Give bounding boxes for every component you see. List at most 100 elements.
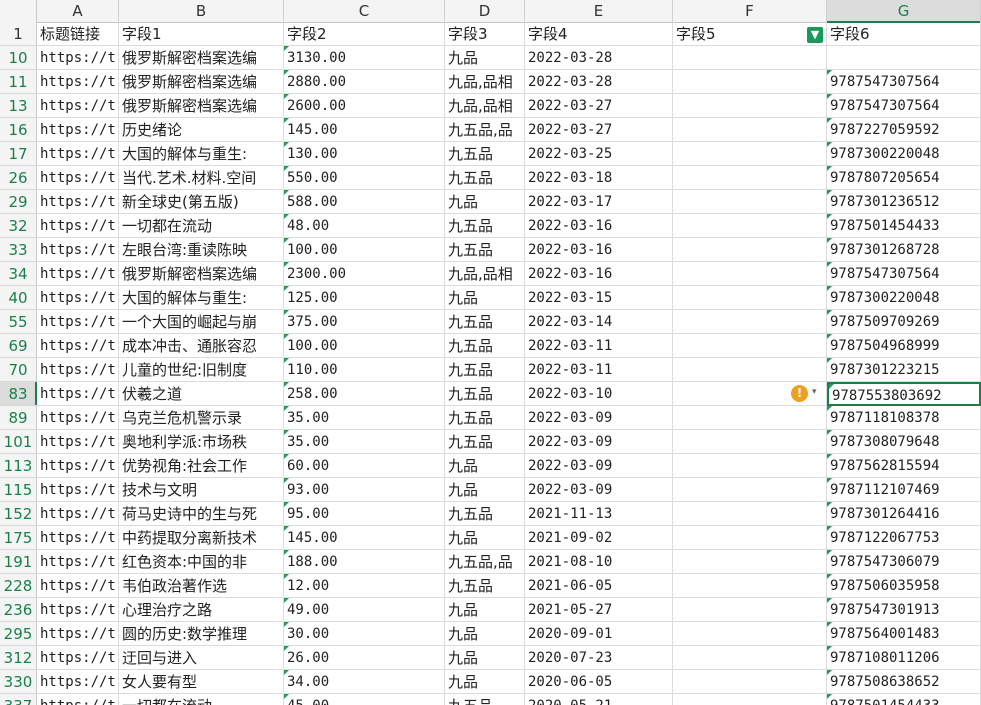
cell-g[interactable]: 9787118108378 <box>827 406 981 430</box>
cell-c[interactable]: 26.00 <box>284 646 445 670</box>
cell-c[interactable]: 60.00 <box>284 454 445 478</box>
cell-c[interactable]: 100.00 <box>284 334 445 358</box>
cell-d[interactable]: 九五品 <box>445 214 525 238</box>
cell-c[interactable]: 35.00 <box>284 430 445 454</box>
cell-f[interactable] <box>673 70 827 94</box>
cell-g[interactable]: 9787227059592 <box>827 118 981 142</box>
cell-e[interactable]: 2022-03-09 <box>525 478 673 502</box>
cell-b[interactable]: 左眼台湾:重读陈映 <box>119 238 284 262</box>
cell-e[interactable]: 2022-03-11 <box>525 334 673 358</box>
cell-f[interactable] <box>673 142 827 166</box>
cell-c[interactable]: 375.00 <box>284 310 445 334</box>
cell-b[interactable]: 优势视角:社会工作 <box>119 454 284 478</box>
cell-c[interactable]: 49.00 <box>284 598 445 622</box>
cell-d[interactable]: 九五品 <box>445 142 525 166</box>
cell-g[interactable]: 9787300220048 <box>827 142 981 166</box>
cell-a[interactable]: https://t <box>37 262 119 286</box>
cell-d[interactable]: 九品 <box>445 646 525 670</box>
cell-f[interactable] <box>673 358 827 382</box>
cell-c[interactable]: 95.00 <box>284 502 445 526</box>
cell-d[interactable]: 九五品,品 <box>445 550 525 574</box>
cell-f[interactable] <box>673 526 827 550</box>
cell-f[interactable] <box>673 238 827 262</box>
cell-c[interactable]: 588.00 <box>284 190 445 214</box>
row-header[interactable]: 16 <box>0 118 37 142</box>
column-header-g[interactable]: G <box>827 0 981 23</box>
cell-a[interactable]: https://t <box>37 502 119 526</box>
cell-g[interactable]: 9787504968999 <box>827 334 981 358</box>
cell-a[interactable]: https://t <box>37 166 119 190</box>
cell-e[interactable]: 2021-09-02 <box>525 526 673 550</box>
cell-a[interactable]: https://t <box>37 70 119 94</box>
cell-g[interactable]: 9787547306079 <box>827 550 981 574</box>
cell-e[interactable]: 2022-03-11 <box>525 358 673 382</box>
cell-g[interactable] <box>827 46 981 70</box>
cell-e[interactable]: 2021-08-10 <box>525 550 673 574</box>
row-header[interactable]: 337 <box>0 694 37 705</box>
warning-icon[interactable]: ! <box>791 385 808 402</box>
cell-e[interactable]: 2022-03-10 <box>525 382 673 406</box>
cell-f[interactable] <box>673 622 827 646</box>
cell-a[interactable]: https://t <box>37 574 119 598</box>
cell-g[interactable]: 9787301268728 <box>827 238 981 262</box>
cell-e[interactable]: 2021-05-27 <box>525 598 673 622</box>
cell-g[interactable]: 9787112107469 <box>827 478 981 502</box>
cell-d[interactable]: 九品 <box>445 598 525 622</box>
cell-d[interactable]: 九五品 <box>445 358 525 382</box>
cell-a[interactable]: https://t <box>37 238 119 262</box>
cell-a[interactable]: https://t <box>37 478 119 502</box>
cell-c[interactable]: 145.00 <box>284 118 445 142</box>
cell-a[interactable]: https://t <box>37 382 119 406</box>
cell-g[interactable]: 9787301223215 <box>827 358 981 382</box>
cell-d[interactable]: 九五品 <box>445 406 525 430</box>
cell-g[interactable]: 9787807205654 <box>827 166 981 190</box>
cell-g[interactable]: 9787308079648 <box>827 430 981 454</box>
cell-b[interactable]: 技术与文明 <box>119 478 284 502</box>
cell-g[interactable]: 9787547307564 <box>827 70 981 94</box>
cell-e[interactable]: 2022-03-27 <box>525 94 673 118</box>
cell-e[interactable]: 2020-09-01 <box>525 622 673 646</box>
cell-b[interactable]: 历史绪论 <box>119 118 284 142</box>
row-header[interactable]: 32 <box>0 214 37 238</box>
cell-e[interactable]: 2022-03-16 <box>525 214 673 238</box>
cell-c[interactable]: 188.00 <box>284 550 445 574</box>
cell-g[interactable]: 9787509709269 <box>827 310 981 334</box>
row-header[interactable]: 295 <box>0 622 37 646</box>
cell-d[interactable]: 九五品 <box>445 430 525 454</box>
cell-g[interactable]: 9787547301913 <box>827 598 981 622</box>
column-header-b[interactable]: B <box>119 0 284 22</box>
cell-e[interactable]: 2022-03-14 <box>525 310 673 334</box>
cell-g[interactable]: 9787501454433 <box>827 214 981 238</box>
column-header-c[interactable]: C <box>284 0 445 22</box>
cell-g[interactable]: 9787301236512 <box>827 190 981 214</box>
cell-f[interactable] <box>673 334 827 358</box>
cell-c[interactable]: 2300.00 <box>284 262 445 286</box>
cell-b[interactable]: 一个大国的崛起与崩 <box>119 310 284 334</box>
field-header-cell[interactable]: 标题链接 <box>37 22 119 46</box>
row-header[interactable]: 191 <box>0 550 37 574</box>
cell-a[interactable]: https://t <box>37 646 119 670</box>
cell-d[interactable]: 九品 <box>445 670 525 694</box>
cell-a[interactable]: https://t <box>37 670 119 694</box>
cell-a[interactable]: https://t <box>37 190 119 214</box>
cell-a[interactable]: https://t <box>37 142 119 166</box>
select-all-corner[interactable] <box>0 0 37 22</box>
cell-f[interactable] <box>673 574 827 598</box>
cell-b[interactable]: 伏羲之道 <box>119 382 284 406</box>
cell-c[interactable]: 93.00 <box>284 478 445 502</box>
cell-a[interactable]: https://t <box>37 46 119 70</box>
cell-g[interactable]: 9787508638652 <box>827 670 981 694</box>
column-header-f[interactable]: F <box>673 0 827 22</box>
cell-b[interactable]: 儿童的世纪:旧制度 <box>119 358 284 382</box>
cell-f[interactable] <box>673 430 827 454</box>
cell-g[interactable]: 9787301264416 <box>827 502 981 526</box>
cell-g[interactable]: 9787300220048 <box>827 286 981 310</box>
cell-d[interactable]: 九品 <box>445 622 525 646</box>
cell-f[interactable] <box>673 286 827 310</box>
row-header[interactable]: 40 <box>0 286 37 310</box>
cell-g[interactable]: 9787553803692 <box>827 382 981 406</box>
cell-g[interactable]: 9787564001483 <box>827 622 981 646</box>
cell-a[interactable]: https://t <box>37 94 119 118</box>
cell-d[interactable]: 九品 <box>445 190 525 214</box>
row-header[interactable]: 34 <box>0 262 37 286</box>
